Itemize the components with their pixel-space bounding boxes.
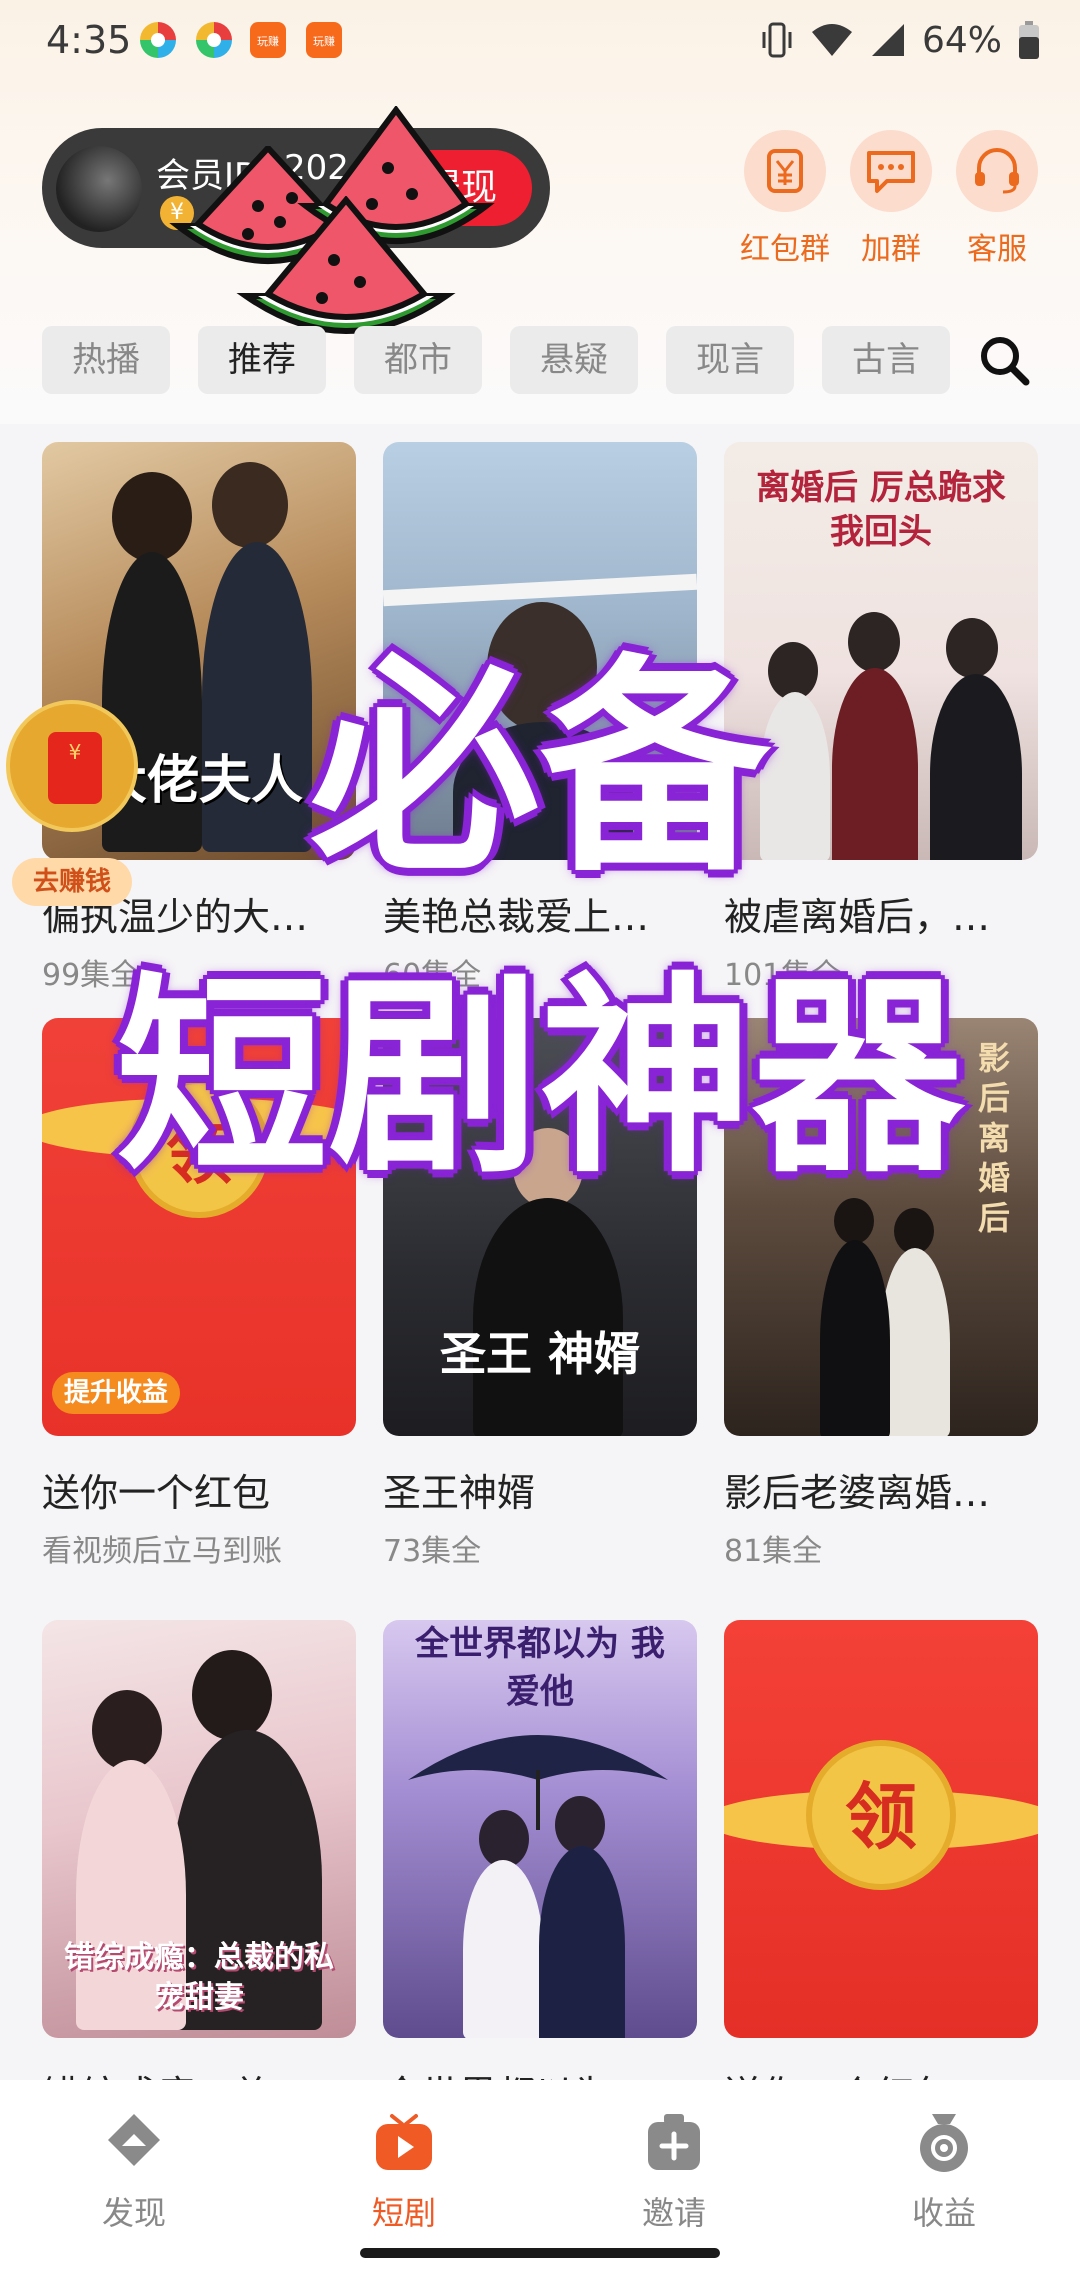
discover-icon <box>108 2114 160 2166</box>
tab-recommended[interactable]: 推荐 <box>198 326 326 394</box>
battery-percent: 64% <box>921 19 1002 61</box>
tab-short-drama[interactable]: 短剧 <box>324 2110 484 2234</box>
yuan-cup-icon <box>767 149 803 193</box>
coin-pot-icon <box>920 2114 968 2172</box>
customer-service-label: 客服 <box>967 232 1027 267</box>
promo-overlay-line1: 必备 <box>309 636 770 903</box>
red-packet-title: 送你一个红包 <box>42 1471 271 1515</box>
app-notification-icon <box>140 22 176 58</box>
status-bar: 4:35 玩赚 玩赚 64% <box>0 0 1080 80</box>
wifi-icon <box>811 24 852 56</box>
poster-title: 离婚后 厉总跪求我回头 <box>756 468 1006 552</box>
chat-bubble-icon <box>867 151 915 193</box>
tab-urban[interactable]: 都市 <box>354 326 482 394</box>
tab-invite[interactable]: 邀请 <box>594 2110 754 2234</box>
status-time: 4:35 <box>46 18 132 62</box>
red-packet-group-label: 红包群 <box>740 232 830 267</box>
invite-plus-icon <box>648 2114 700 2170</box>
poster-title: 错综成瘾：总裁的私宠甜妻 <box>64 1940 334 2015</box>
tab-modern-romance[interactable]: 现言 <box>666 326 794 394</box>
search-icon[interactable] <box>978 334 1030 386</box>
join-group-button[interactable]: 加群 <box>846 130 936 268</box>
home-indicator[interactable] <box>360 2248 720 2258</box>
vibrate-icon <box>762 22 792 58</box>
red-packet-subtitle: 看视频后立马到账 <box>42 1534 282 1569</box>
tab-suspense[interactable]: 悬疑 <box>510 326 638 394</box>
poster-title: 全世界都以为 我爱他 <box>415 1624 665 1712</box>
tab-discover[interactable]: 发现 <box>54 2110 214 2234</box>
customer-service-button[interactable]: 客服 <box>952 130 1042 268</box>
signal-icon <box>871 24 904 56</box>
red-packet-group-button[interactable]: 红包群 <box>740 130 830 268</box>
shopping-bag-icon: 玩赚 <box>250 22 286 58</box>
shopping-bag-icon: 玩赚 <box>306 22 342 58</box>
drama-poster: 错综成瘾：总裁的私宠甜妻 <box>42 1620 356 2038</box>
tab-discover-label: 发现 <box>101 2194 166 2232</box>
red-packet-poster: 领 <box>724 1620 1038 2038</box>
drama-poster: 全世界都以为 我爱他 <box>383 1620 697 2038</box>
avatar[interactable] <box>56 146 142 232</box>
tab-ancient-romance[interactable]: 古言 <box>822 326 950 394</box>
app-notification-icon <box>196 22 232 58</box>
battery-icon <box>1019 21 1039 59</box>
tab-hot[interactable]: 热播 <box>42 326 170 394</box>
drama-title: 影后老婆离婚… <box>724 1471 991 1515</box>
drama-episodes: 81集全 <box>724 1534 823 1569</box>
tab-earnings[interactable]: 收益 <box>864 2110 1024 2234</box>
tab-invite-label: 邀请 <box>641 2194 706 2232</box>
play-tv-icon <box>376 2114 432 2170</box>
tab-earnings-label: 收益 <box>911 2194 976 2232</box>
tab-short-drama-label: 短剧 <box>371 2194 436 2232</box>
drama-episodes: 73集全 <box>383 1534 482 1569</box>
red-packet-seal: 领 <box>806 1740 956 1890</box>
drama-title: 圣王神婿 <box>383 1471 536 1515</box>
promo-overlay-line2: 短剧神器 <box>116 954 964 1201</box>
poster-title: 圣王 神婿 <box>439 1327 640 1381</box>
headset-icon <box>975 148 1019 194</box>
join-group-label: 加群 <box>861 232 921 267</box>
boost-earnings-badge: 提升收益 <box>52 1372 181 1414</box>
